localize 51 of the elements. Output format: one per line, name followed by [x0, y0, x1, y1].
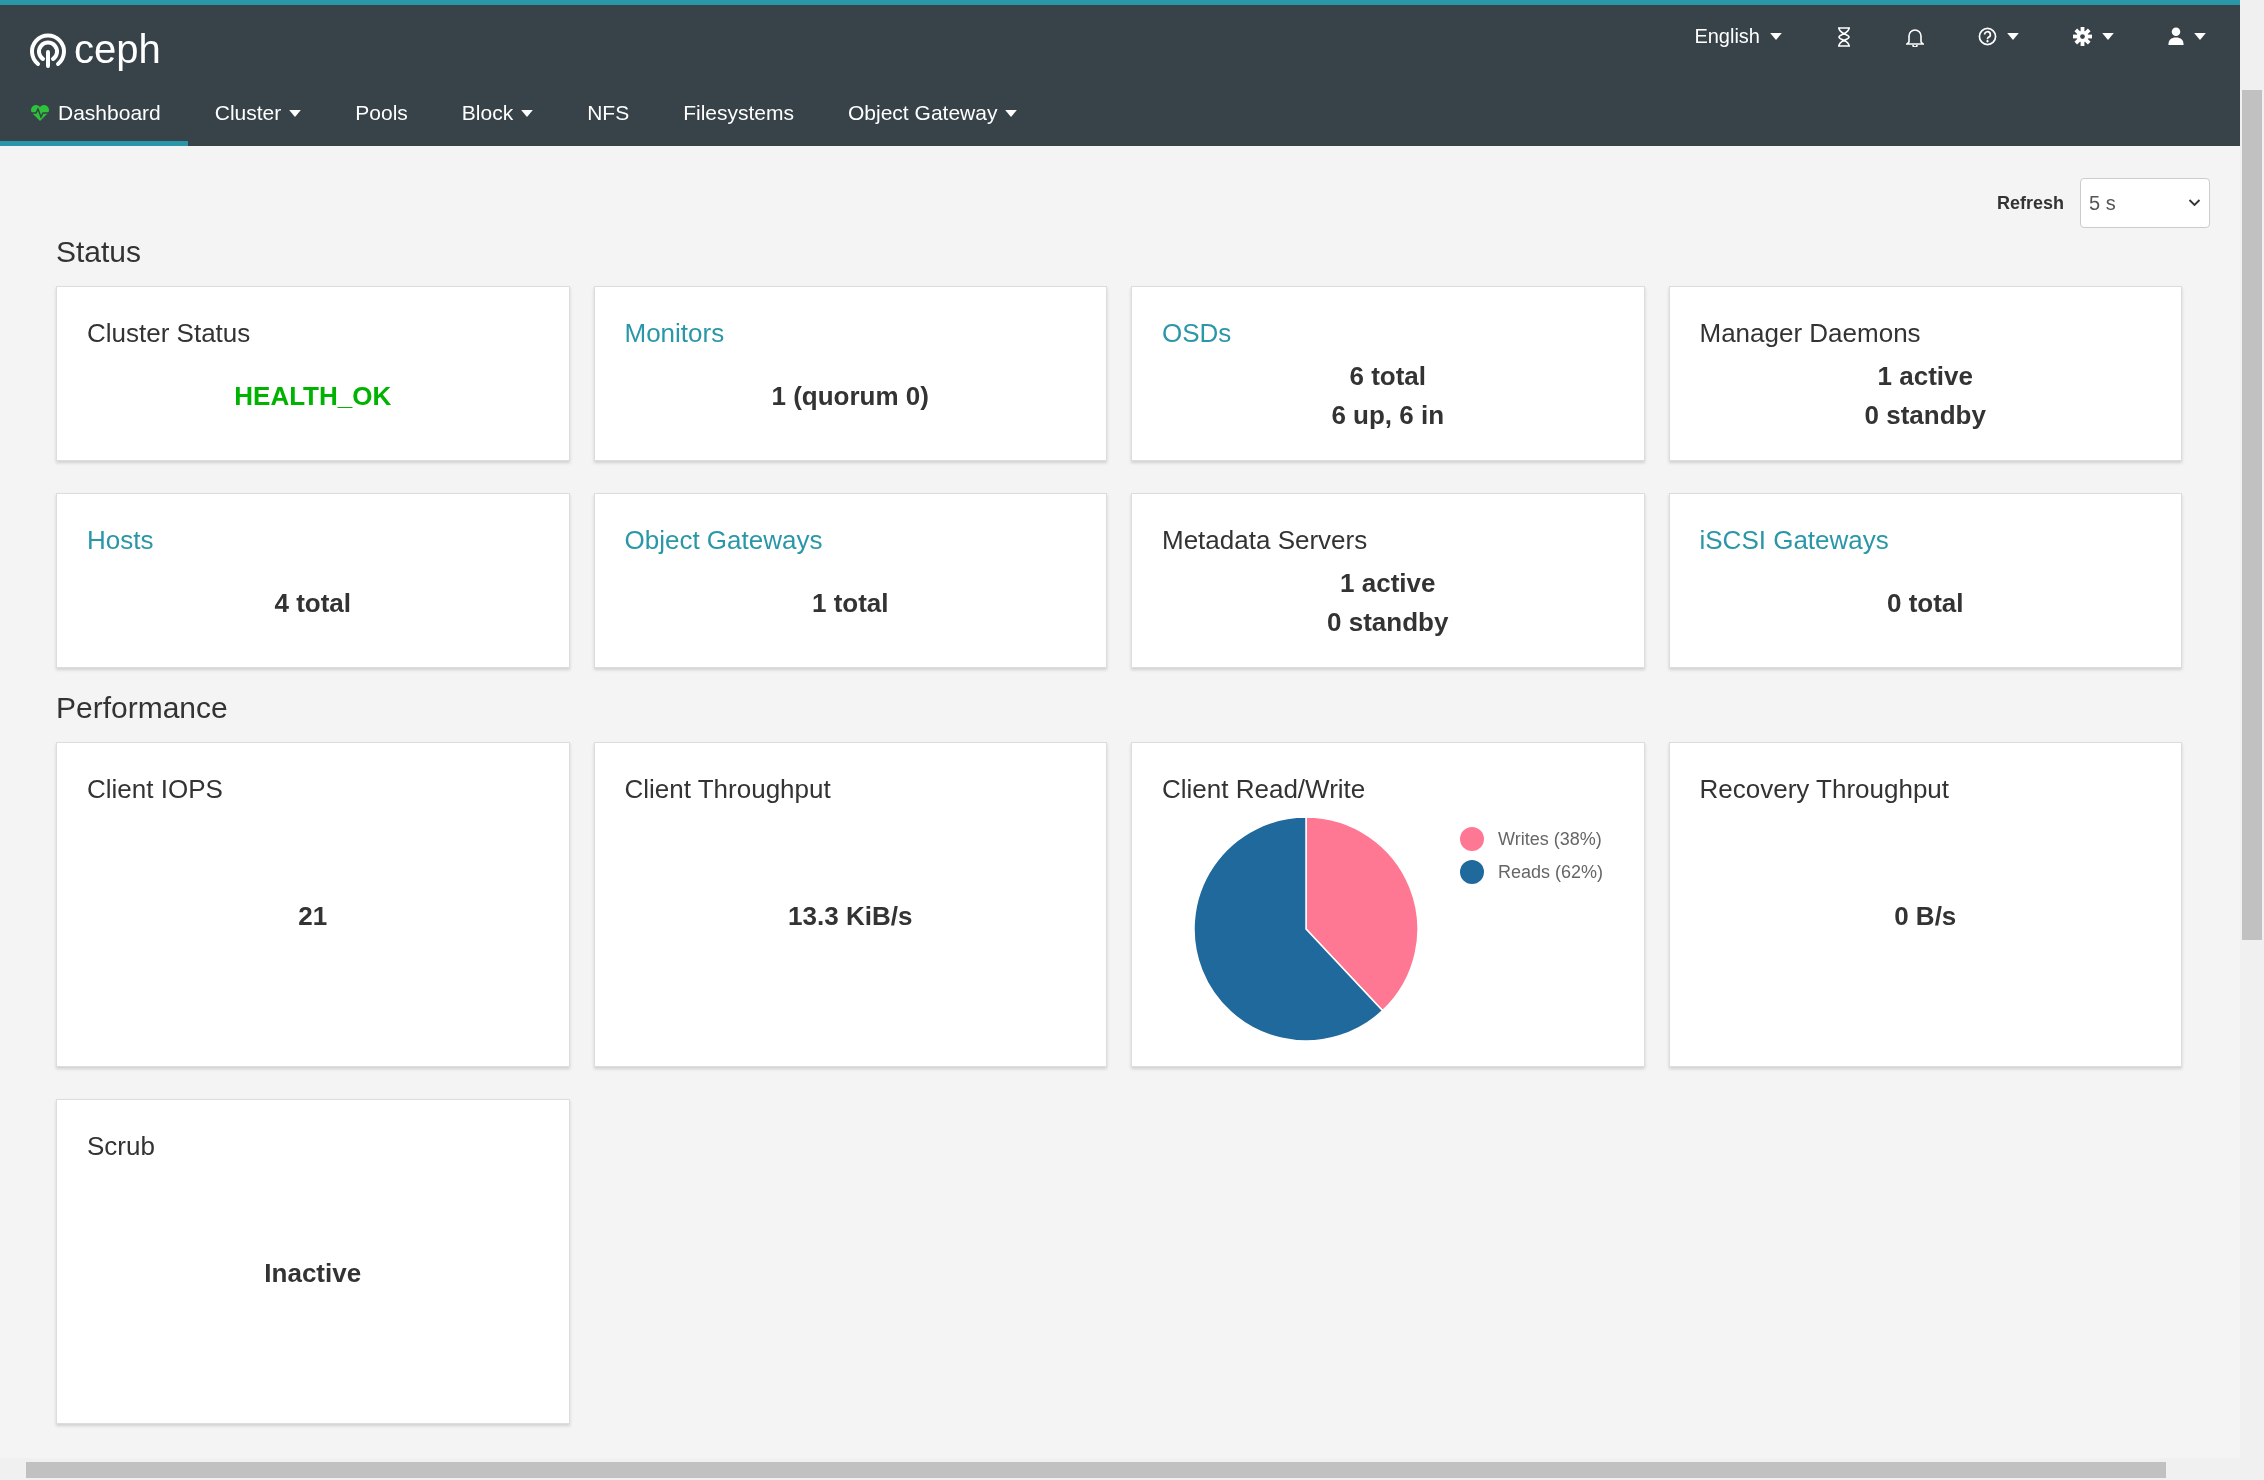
card-value: Inactive	[264, 1257, 362, 1290]
nav-tab[interactable]: Object Gateway	[821, 87, 1045, 146]
legend-label: Writes (38%)	[1498, 828, 1602, 850]
section-heading: Performance	[56, 690, 229, 726]
card-value: 1 active	[1340, 567, 1436, 600]
card-title: Recovery Throughput	[1699, 773, 1951, 805]
card-value: 1 total	[811, 587, 889, 620]
card-title: Manager Daemons	[1699, 317, 1922, 349]
settings-icon	[2073, 27, 2092, 46]
chevron-down-icon	[2188, 199, 2201, 207]
heartbeat-icon	[30, 104, 50, 122]
card-title: Scrub	[87, 1130, 156, 1162]
card-value: 6 up, 6 in	[1331, 399, 1445, 432]
card-value: 0 standby	[1864, 399, 1986, 432]
card-title: Client IOPS	[87, 773, 224, 805]
card-title: Cluster Status	[87, 317, 252, 349]
help-icon	[1978, 27, 1997, 46]
caret-icon	[2102, 33, 2114, 40]
caret-icon	[2194, 33, 2206, 40]
nav-tab[interactable]: Filesystems	[656, 87, 821, 146]
horizontal-scrollbar[interactable]	[0, 1458, 2240, 1480]
nav-tab[interactable]: Dashboard	[0, 87, 188, 146]
card-value: 13.3 KiB/s	[788, 900, 913, 933]
hourglass-icon	[1836, 26, 1852, 47]
user-icon	[2168, 27, 2184, 46]
caret-icon	[1770, 33, 1782, 40]
language-dropdown[interactable]: English	[1682, 19, 1794, 54]
card-value: 4 total	[274, 587, 352, 620]
card-value: 0 total	[1886, 587, 1964, 620]
card-value: 1 (quorum 0)	[771, 380, 929, 413]
card-title: Client Throughput	[624, 773, 832, 805]
nav-tab[interactable]: NFS	[560, 87, 657, 146]
card-title: Client Read/Write	[1162, 773, 1367, 805]
caret-icon	[2007, 33, 2019, 40]
refresh-select[interactable]: 5 s	[2080, 178, 2210, 228]
section-heading: Status	[56, 234, 143, 270]
card-value: 0 B/s	[1894, 900, 1957, 933]
card-value: 21	[298, 900, 328, 933]
nav-tab[interactable]: Cluster	[187, 87, 329, 146]
card-value: 1 active	[1877, 360, 1973, 393]
nav-tab[interactable]: Pools	[328, 87, 435, 146]
bell-icon	[1906, 26, 1924, 47]
card-value: HEALTH_OK	[234, 380, 392, 413]
refresh-label: Refresh	[1996, 192, 2064, 214]
legend-label: Reads (62%)	[1498, 861, 1604, 883]
brand-name: ceph	[74, 27, 161, 72]
card-value: 0 standby	[1327, 606, 1449, 639]
card-title: Metadata Servers	[1162, 524, 1369, 556]
vertical-scrollbar[interactable]	[2240, 0, 2264, 1480]
card-value: 6 total	[1349, 360, 1427, 393]
nav-tab[interactable]: Block	[434, 87, 561, 146]
